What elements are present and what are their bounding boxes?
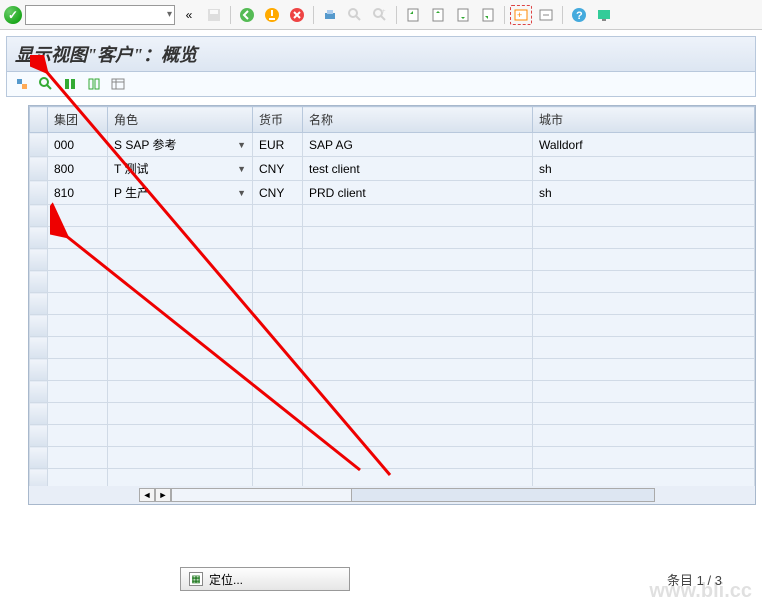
empty-row <box>30 205 755 227</box>
cell-currency[interactable]: CNY <box>253 181 303 205</box>
app-toolbar <box>6 72 756 97</box>
new-session-icon[interactable]: + <box>510 5 532 25</box>
select-all-icon[interactable] <box>60 75 80 93</box>
row-selector[interactable] <box>30 133 48 157</box>
data-table-container: 集团 角色 货币 名称 城市 000 S SAP 参考▼ EUR SAP AG … <box>28 105 756 505</box>
cancel-icon[interactable] <box>286 5 308 25</box>
position-label: 定位... <box>209 571 243 588</box>
row-selector[interactable] <box>30 181 48 205</box>
empty-row <box>30 403 755 425</box>
table-settings-icon[interactable] <box>108 75 128 93</box>
empty-row <box>30 359 755 381</box>
save-icon <box>203 5 225 25</box>
position-icon: ▦ <box>189 572 203 586</box>
empty-row <box>30 227 755 249</box>
find-next-icon: + <box>369 5 391 25</box>
cell-name[interactable]: test client <box>303 157 533 181</box>
chevron-left-button[interactable]: « <box>178 5 200 25</box>
command-combo[interactable]: ▾ <box>25 5 175 25</box>
exit-icon[interactable] <box>261 5 283 25</box>
table-row[interactable]: 810 P 生产▼ CNY PRD client sh <box>30 181 755 205</box>
main-toolbar: ✓ ▾ « + + ? <box>0 0 762 30</box>
scroll-track[interactable] <box>171 488 655 502</box>
col-city[interactable]: 城市 <box>533 107 755 133</box>
title-bar: 显示视图"客户"：概览 <box>6 36 756 72</box>
print-icon[interactable] <box>319 5 341 25</box>
col-role[interactable]: 角色 <box>108 107 253 133</box>
table-row[interactable]: 000 S SAP 参考▼ EUR SAP AG Walldorf <box>30 133 755 157</box>
generate-session-icon[interactable] <box>535 5 557 25</box>
layout-icon[interactable] <box>593 5 615 25</box>
last-page-icon[interactable] <box>477 5 499 25</box>
col-name[interactable]: 名称 <box>303 107 533 133</box>
empty-row <box>30 425 755 447</box>
next-page-icon[interactable] <box>452 5 474 25</box>
page-title: 显示视图"客户"：概览 <box>15 45 197 65</box>
prev-page-icon[interactable] <box>427 5 449 25</box>
svg-text:+: + <box>517 10 522 20</box>
help-icon[interactable]: ? <box>568 5 590 25</box>
svg-text:?: ? <box>576 10 583 22</box>
table-body: 000 S SAP 参考▼ EUR SAP AG Walldorf 800 T … <box>30 133 755 491</box>
watermark: www.bli.cc <box>649 580 752 603</box>
cell-group[interactable]: 000 <box>48 133 108 157</box>
scroll-left-icon[interactable]: ◄ <box>139 488 155 502</box>
ok-icon[interactable]: ✓ <box>4 6 22 24</box>
back-icon[interactable] <box>236 5 258 25</box>
cell-role[interactable]: P 生产▼ <box>108 181 253 205</box>
dropdown-arrow-icon: ▾ <box>167 9 172 20</box>
empty-row <box>30 249 755 271</box>
footer-row: ▦ 定位... 条目 1 / 3 <box>0 567 762 591</box>
dropdown-arrow-icon[interactable]: ▼ <box>237 140 246 150</box>
dropdown-arrow-icon[interactable]: ▼ <box>237 164 246 174</box>
empty-row <box>30 293 755 315</box>
scroll-thumb[interactable] <box>172 489 352 501</box>
first-page-icon[interactable] <box>402 5 424 25</box>
cell-city[interactable]: Walldorf <box>533 133 755 157</box>
deselect-all-icon[interactable] <box>84 75 104 93</box>
position-button[interactable]: ▦ 定位... <box>180 567 350 591</box>
toggle-display-icon[interactable] <box>12 75 32 93</box>
row-selector[interactable] <box>30 157 48 181</box>
scroll-right-icon[interactable]: ► <box>155 488 171 502</box>
cell-role[interactable]: S SAP 参考▼ <box>108 133 253 157</box>
find-toolbar-icon[interactable] <box>36 75 56 93</box>
cell-group[interactable]: 800 <box>48 157 108 181</box>
col-group[interactable]: 集团 <box>48 107 108 133</box>
cell-role[interactable]: T 测试▼ <box>108 157 253 181</box>
empty-row <box>30 447 755 469</box>
cell-name[interactable]: SAP AG <box>303 133 533 157</box>
table-row[interactable]: 800 T 测试▼ CNY test client sh <box>30 157 755 181</box>
empty-row <box>30 271 755 293</box>
svg-text:+: + <box>382 9 386 15</box>
empty-row <box>30 337 755 359</box>
cell-currency[interactable]: EUR <box>253 133 303 157</box>
col-currency[interactable]: 货币 <box>253 107 303 133</box>
cell-currency[interactable]: CNY <box>253 157 303 181</box>
dropdown-arrow-icon[interactable]: ▼ <box>237 188 246 198</box>
empty-row <box>30 381 755 403</box>
row-selector-header[interactable] <box>30 107 48 133</box>
cell-city[interactable]: sh <box>533 157 755 181</box>
cell-city[interactable]: sh <box>533 181 755 205</box>
empty-row <box>30 315 755 337</box>
horizontal-scrollbar[interactable]: ◄ ► <box>29 486 755 504</box>
cell-name[interactable]: PRD client <box>303 181 533 205</box>
cell-group[interactable]: 810 <box>48 181 108 205</box>
find-icon <box>344 5 366 25</box>
clients-table: 集团 角色 货币 名称 城市 000 S SAP 参考▼ EUR SAP AG … <box>29 106 755 491</box>
